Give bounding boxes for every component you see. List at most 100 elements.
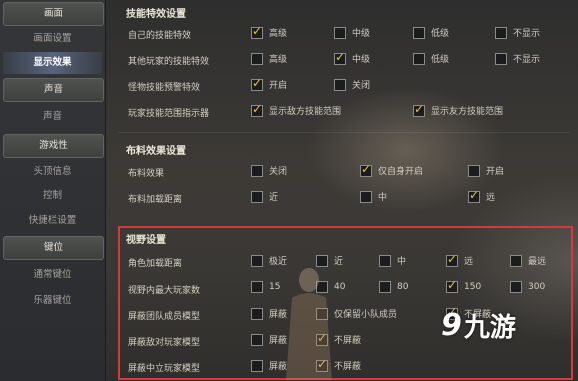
settings-content: 技能特效设置 自己的技能特效 高级 中级 低级 不显示 其他玩家的技能特效 高级… [106, 0, 578, 381]
own-skill-low-checkbox[interactable]: 低级 [413, 26, 449, 39]
own-skill-medium-checkbox[interactable]: 中级 [334, 26, 370, 39]
checkbox-box[interactable] [251, 190, 263, 203]
section-title-cloth-effects: 布料效果设置 [126, 146, 186, 157]
option-label: 300 [528, 282, 546, 292]
max-players-300-checkbox[interactable]: 300 [510, 281, 545, 293]
char-distance-farthest-checkbox[interactable]: 最远 [510, 254, 546, 267]
checkbox-box[interactable] [446, 252, 458, 267]
option-label: 关闭 [352, 81, 371, 91]
other-skill-high-checkbox[interactable]: 高级 [251, 52, 287, 65]
option-label: 150 [464, 282, 482, 292]
row-label-hide-enemy-models: 屏蔽敌对玩家模型 [128, 338, 201, 348]
row-label-own-skill-effects: 自己的技能特效 [128, 31, 192, 41]
option-label: 开启 [486, 167, 505, 177]
own-skill-high-checkbox[interactable]: 高级 [251, 24, 287, 39]
sidebar-item-overhead-info[interactable]: 头顶信息 [0, 161, 105, 183]
row-label-hide-team-models: 屏蔽团队成员模型 [128, 312, 201, 322]
other-skill-hide-checkbox[interactable]: 不显示 [495, 52, 540, 65]
sidebar-category-sound[interactable]: 声音 [3, 78, 104, 102]
watermark-mark: 9 [441, 308, 462, 343]
highlight-box [118, 226, 573, 380]
option-label: 远 [486, 193, 496, 203]
checkbox-box[interactable] [251, 102, 263, 117]
sidebar-category-graphics[interactable]: 画面 [3, 2, 104, 26]
checkbox-box[interactable] [334, 78, 346, 91]
max-players-150-checkbox[interactable]: 150 [446, 278, 482, 293]
checkbox-box[interactable] [251, 307, 263, 320]
checkbox-box[interactable] [251, 24, 263, 39]
watermark-logo: 9 九游 [441, 307, 516, 344]
sidebar-item-sound[interactable]: 声音 [0, 106, 105, 128]
max-players-80-checkbox[interactable]: 80 [379, 281, 408, 293]
cloth-distance-near-checkbox[interactable]: 近 [251, 190, 278, 203]
checkbox-box[interactable] [468, 164, 480, 177]
section-title-skill-effects: 技能特效设置 [126, 9, 186, 20]
monster-warning-off-checkbox[interactable]: 关闭 [334, 78, 370, 91]
option-label: 显示敌方技能范围 [269, 107, 342, 117]
checkbox-box[interactable] [510, 281, 522, 293]
checkbox-box[interactable] [251, 254, 263, 267]
checkbox-box[interactable] [334, 26, 346, 39]
checkbox-box[interactable] [379, 254, 391, 267]
option-label: 中级 [352, 55, 371, 65]
checkbox-box[interactable] [510, 254, 522, 267]
char-distance-far-checkbox[interactable]: 远 [446, 252, 473, 267]
checkbox-box[interactable] [360, 190, 372, 203]
option-label: 最远 [528, 257, 547, 267]
checkbox-box[interactable] [251, 359, 263, 372]
sidebar-item-graphics-settings[interactable]: 画面设置 [0, 28, 105, 50]
cloth-distance-medium-checkbox[interactable]: 中 [360, 190, 387, 203]
sidebar-category-keybinds[interactable]: 键位 [3, 236, 104, 260]
row-label-character-load-distance: 角色加载距离 [128, 259, 183, 269]
sidebar-item-controls[interactable]: 控制 [0, 185, 105, 207]
checkbox-box[interactable] [495, 52, 507, 65]
row-label-monster-warning: 怪物技能预警特效 [128, 83, 201, 93]
option-label: 不显示 [513, 29, 541, 39]
show-enemy-range-checkbox[interactable]: 显示敌方技能范围 [251, 102, 342, 117]
option-label: 仅自身开启 [378, 167, 424, 177]
sidebar-item-common-keybinds[interactable]: 通常键位 [0, 264, 105, 286]
checkbox-box[interactable] [251, 76, 263, 91]
char-distance-medium-checkbox[interactable]: 中 [379, 254, 406, 267]
checkbox-box[interactable] [446, 278, 458, 293]
option-label: 中 [378, 193, 388, 203]
checkbox-box[interactable] [413, 102, 425, 117]
checkbox-box[interactable] [251, 333, 263, 346]
character-figure-icon [286, 268, 332, 380]
option-label: 中 [397, 257, 407, 267]
section-title-view-settings: 视野设置 [126, 235, 166, 246]
cloth-distance-far-checkbox[interactable]: 远 [468, 188, 496, 203]
row-label-skill-range-indicator: 玩家技能范围指示器 [128, 109, 210, 119]
cloth-on-checkbox[interactable]: 开启 [468, 164, 504, 177]
monster-warning-on-checkbox[interactable]: 开启 [251, 76, 287, 91]
show-ally-range-checkbox[interactable]: 显示友方技能范围 [413, 102, 504, 117]
checkbox-box[interactable] [251, 281, 263, 293]
option-label: 80 [397, 282, 409, 292]
sidebar-item-hotbar-settings[interactable]: 快捷栏设置 [0, 210, 105, 232]
settings-sidebar: 画面 画面设置 显示效果 声音 声音 游戏性 头顶信息 控制 快捷栏设置 键位 … [0, 0, 106, 381]
option-label: 中级 [352, 29, 371, 39]
section-divider [118, 132, 570, 133]
sidebar-category-gameplay[interactable]: 游戏性 [3, 134, 104, 158]
sidebar-item-instrument-keybinds[interactable]: 乐器键位 [0, 290, 105, 312]
other-skill-medium-checkbox[interactable]: 中级 [334, 50, 371, 65]
sidebar-item-display-effects[interactable]: 显示效果 [3, 52, 102, 74]
checkbox-box[interactable] [360, 162, 372, 177]
other-skill-low-checkbox[interactable]: 低级 [413, 52, 449, 65]
checkbox-box[interactable] [379, 281, 391, 293]
option-label: 关闭 [269, 167, 288, 177]
option-label: 低级 [431, 55, 450, 65]
checkbox-box[interactable] [334, 50, 346, 65]
checkbox-box[interactable] [468, 188, 480, 203]
checkbox-box[interactable] [413, 52, 425, 65]
row-label-cloth-distance: 布料加载距离 [128, 195, 183, 205]
own-skill-hide-checkbox[interactable]: 不显示 [495, 26, 540, 39]
cloth-off-checkbox[interactable]: 关闭 [251, 164, 287, 177]
checkbox-box[interactable] [251, 52, 263, 65]
checkbox-box[interactable] [413, 26, 425, 39]
option-label: 显示友方技能范围 [431, 107, 504, 117]
option-label: 不显示 [513, 55, 541, 65]
cloth-self-only-checkbox[interactable]: 仅自身开启 [360, 162, 424, 177]
checkbox-box[interactable] [495, 26, 507, 39]
checkbox-box[interactable] [251, 164, 263, 177]
